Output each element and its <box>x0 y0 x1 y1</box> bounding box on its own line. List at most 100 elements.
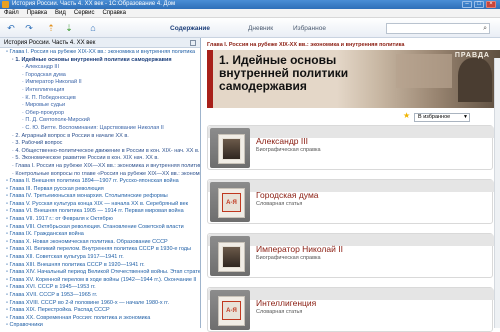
down-icon[interactable]: ⇣ <box>64 23 74 33</box>
tree-item[interactable]: ▫ Глава VII. 1917 г.: от Февраля к Октяб… <box>0 216 200 224</box>
crowd-photo <box>396 54 452 88</box>
tree-item[interactable]: ▫ Глава XIII. Внешняя политика СССР в 19… <box>0 262 200 270</box>
banner-accent <box>207 50 213 108</box>
tree-item[interactable]: ▫ Глава XVII. СССР в 1953—1965 гг. <box>0 292 200 300</box>
tree-item[interactable]: ▫ Глава XVI. СССР в 1945—1953 гг. <box>0 284 200 292</box>
figure-photo <box>458 58 492 102</box>
tree-item[interactable]: ▫ Глава XII. Советская культура 1917—194… <box>0 254 200 262</box>
tree-item[interactable]: ▫ Справочники <box>0 322 200 330</box>
minimize-button[interactable]: – <box>462 1 472 8</box>
search-icon[interactable]: ⌕ <box>483 25 487 33</box>
tree-item[interactable]: ▫ Глава IV. Третьеиюньская монархия. Сто… <box>0 193 200 201</box>
tree-item[interactable]: · Император Николай II <box>0 79 200 87</box>
content-area: Глава I. Россия на рубеже XIX-XX вв.: эк… <box>202 38 500 332</box>
card-subtitle: Биографическая справка <box>256 147 321 153</box>
contents-header: История России. Часть 4. XX век <box>0 38 200 48</box>
maximize-button[interactable]: □ <box>474 1 484 8</box>
toolbar: ↶ ↷ ⇡ ⇣ ⌂ Содержание Дневник Избранное ⌕ <box>0 18 500 38</box>
card-thumbnail[interactable] <box>210 128 250 168</box>
tree-item[interactable]: · К. П. Победоносцев <box>0 95 200 103</box>
close-button[interactable]: × <box>486 1 496 8</box>
article-card[interactable]: Александр IIIБиографическая справка★ <box>207 125 500 170</box>
home-icon[interactable]: ⌂ <box>88 23 98 33</box>
card-thumbnail[interactable]: A-Я <box>210 290 250 330</box>
article-card[interactable]: A-ЯИнтеллигенцияСловарная статья★ <box>207 287 500 332</box>
card-thumbnail[interactable]: A-Я <box>210 182 250 222</box>
pin-icon[interactable] <box>190 40 196 46</box>
menu-view[interactable]: Вид <box>51 9 70 18</box>
card-thumbnail[interactable] <box>210 236 250 276</box>
article-card[interactable]: Император Николай II Биографическая справ… <box>207 233 500 278</box>
card-header-band <box>208 126 494 138</box>
forward-icon[interactable]: ↷ <box>24 23 34 33</box>
tree-item[interactable]: · Городская дума <box>0 72 200 80</box>
tree-item[interactable]: ▫ Глава II. Внешняя политика 1894—1907 г… <box>0 178 200 186</box>
article-card[interactable]: A-ЯГородская думаСловарная статья★ <box>207 179 500 224</box>
back-icon[interactable]: ↶ <box>6 23 16 33</box>
menu-edit[interactable]: Правка <box>23 9 51 18</box>
chevron-down-icon: ▼ <box>463 114 468 120</box>
dictionary-icon: A-Я <box>222 301 241 320</box>
up-icon[interactable]: ⇡ <box>46 23 56 33</box>
card-title[interactable]: Интеллигенция <box>256 298 316 308</box>
tree-item[interactable]: ▫ Глава XIX. Перестройка. Распад СССР <box>0 307 200 315</box>
portrait-icon <box>222 138 241 160</box>
tree-item[interactable]: · Мировые судьи <box>0 102 200 110</box>
tree-item[interactable]: ▫ Глава X. Новая экономическая политика.… <box>0 239 200 247</box>
tree-item[interactable]: ▫ Глава XX. Современная Россия: политика… <box>0 315 200 323</box>
card-header-band <box>208 288 494 300</box>
card-subtitle: Словарная статья <box>256 201 303 207</box>
favorite-star-icon[interactable]: ★ <box>403 111 410 120</box>
menu-help[interactable]: Справка <box>98 9 130 18</box>
menu-service[interactable]: Сервис <box>70 9 99 18</box>
tree-item[interactable]: · С. Ю. Витте. Воспоминания: Царствовани… <box>0 125 200 133</box>
card-header-band <box>208 180 494 192</box>
vertical-scrollbar[interactable] <box>494 58 500 328</box>
tree-item[interactable]: ▫ Глава VIII. Октябрьская революция. Ста… <box>0 224 200 232</box>
card-title[interactable]: Император Николай II <box>256 244 343 254</box>
search-input[interactable]: ⌕ <box>386 23 490 34</box>
tree-item[interactable]: · 3. Рабочий вопрос <box>0 140 200 148</box>
title-bar: История России. Часть 4. XX век - 1С:Обр… <box>0 0 500 9</box>
card-title[interactable]: Городская дума <box>256 190 319 200</box>
window-title: История России. Часть 4. XX век - 1С:Обр… <box>12 1 176 7</box>
tree-item[interactable]: ▫ Глава I. Россия на рубеже XIX-XX вв.: … <box>0 49 200 57</box>
tree-item[interactable]: · Интеллигенция <box>0 87 200 95</box>
tree-item[interactable]: · 2. Аграрный вопрос в России в начале X… <box>0 133 200 141</box>
tree-item[interactable]: · Контрольные вопросы по главе «Россия н… <box>0 171 200 179</box>
photo-caption: ПРАВДА <box>454 52 490 59</box>
tab-contents[interactable]: Содержание <box>170 25 210 32</box>
tree-item[interactable]: ▫ Глава V. Русская культура конца XIX — … <box>0 201 200 209</box>
tree-item[interactable]: · Александр III <box>0 64 200 72</box>
card-header-band <box>208 234 494 246</box>
card-subtitle: Словарная статья <box>256 309 303 315</box>
tree-item[interactable]: · Глава I. Россия на рубеже XIX—XX вв.: … <box>0 163 200 171</box>
card-title[interactable]: Александр III <box>256 136 308 146</box>
tree-item[interactable]: · 1. Идейные основы внутренней политики … <box>0 57 200 65</box>
tree-item[interactable]: ▫ Глава IX. Гражданская война <box>0 231 200 239</box>
tree-item[interactable]: ▫ Глава XIV. Начальный период Великой От… <box>0 269 200 277</box>
app-icon <box>2 1 9 8</box>
tab-diary[interactable]: Дневник <box>248 25 273 32</box>
portrait-icon <box>222 246 241 268</box>
card-subtitle: Биографическая справка <box>256 255 321 261</box>
favorites-select[interactable]: В избранное ▼ <box>414 113 470 122</box>
contents-panel: История России. Часть 4. XX век ▫ Глава … <box>0 38 201 328</box>
breadcrumb[interactable]: Глава I. Россия на рубеже XIX-XX вв.: эк… <box>207 42 404 48</box>
tree-item[interactable]: ▫ Глава III. Первая русская революция <box>0 186 200 194</box>
tree-item[interactable]: ▫ Глава XI. Великий перелом. Внутренняя … <box>0 246 200 254</box>
tree-item[interactable]: · 4. Общественно-политическое движение в… <box>0 148 200 156</box>
tab-favorites[interactable]: Избранное <box>293 25 326 32</box>
page-title: 1. Идейные основы внутренней политики са… <box>219 53 349 93</box>
tree-item[interactable]: · 5. Экономическое развитие России в кон… <box>0 155 200 163</box>
menu-bar: Файл Правка Вид Сервис Справка <box>0 9 500 18</box>
tree-item[interactable]: ▫ Глава XV. Коренной перелом в ходе войн… <box>0 277 200 285</box>
favorites-select-value: В избранное <box>418 114 451 120</box>
contents-title: История России. Часть 4. XX век <box>4 40 96 46</box>
topic-banner: ПРАВДА 1. Идейные основы внутренней поли… <box>207 50 500 108</box>
menu-file[interactable]: Файл <box>0 9 23 18</box>
tree-item[interactable]: ▫ Глава XVIII. СССР во 2-й половине 1960… <box>0 300 200 308</box>
tree-item[interactable]: · Обер-прокурор <box>0 110 200 118</box>
tree-item[interactable]: ▫ Глава VI. Внешняя политика 1905 — 1914… <box>0 208 200 216</box>
tree-item[interactable]: · П. Д. Святополк-Мирский <box>0 117 200 125</box>
